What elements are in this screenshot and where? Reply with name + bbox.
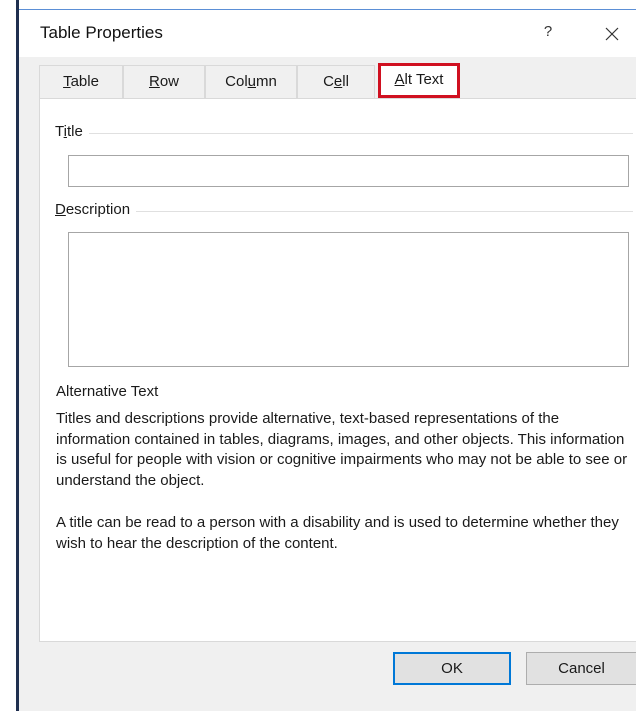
alternative-text-paragraph-2: A title can be read to a person with a d… bbox=[56, 514, 619, 552]
close-icon[interactable] bbox=[600, 22, 624, 46]
title-group-rule bbox=[55, 133, 633, 134]
tab-column[interactable]: Column bbox=[205, 65, 297, 98]
alternative-text-paragraph-1: Titles and descriptions provide alternat… bbox=[56, 410, 628, 489]
tab-label-access-key: R bbox=[148, 73, 160, 90]
tab-label-pre: Col bbox=[225, 73, 248, 90]
label-access-key: D bbox=[55, 201, 66, 218]
description-group-label: Description bbox=[55, 201, 137, 218]
tab-label-post: able bbox=[70, 73, 99, 90]
label-pre: T bbox=[55, 123, 64, 140]
tab-label-post: ll bbox=[342, 73, 349, 90]
tab-label-post: lt Text bbox=[404, 71, 444, 88]
tab-label-post: mn bbox=[256, 73, 277, 90]
title-input[interactable] bbox=[68, 155, 629, 187]
tab-table[interactable]: Table bbox=[39, 65, 123, 98]
ok-button[interactable]: OK bbox=[393, 652, 511, 685]
help-button[interactable]: ? bbox=[537, 22, 559, 44]
tab-label-access-key: u bbox=[247, 73, 256, 90]
tab-row[interactable]: Row bbox=[123, 65, 205, 98]
alternative-text-heading: Alternative Text bbox=[56, 383, 159, 400]
table-properties-dialog: Table Properties ? Table Row Column Cell… bbox=[19, 9, 636, 711]
title-bar: Table Properties ? bbox=[19, 10, 636, 57]
tab-label-access-key: e bbox=[333, 73, 343, 90]
dialog-title: Table Properties bbox=[40, 23, 163, 42]
tab-cell[interactable]: Cell bbox=[297, 65, 375, 98]
tab-label-pre: C bbox=[323, 73, 334, 90]
label-post: escription bbox=[65, 201, 131, 218]
cancel-button[interactable]: Cancel bbox=[526, 652, 636, 685]
tab-label-access-key: T bbox=[63, 73, 71, 90]
tab-label-post: ow bbox=[159, 73, 180, 90]
tab-label-access-key: A bbox=[394, 71, 405, 88]
title-group-label: Title bbox=[55, 123, 89, 140]
description-group-rule bbox=[55, 211, 633, 212]
description-textarea[interactable] bbox=[68, 232, 629, 367]
tab-alt-text[interactable]: Alt Text bbox=[378, 63, 460, 98]
label-post: tle bbox=[66, 123, 83, 140]
alt-text-panel: Title Description Alternative Text Title… bbox=[39, 98, 636, 642]
